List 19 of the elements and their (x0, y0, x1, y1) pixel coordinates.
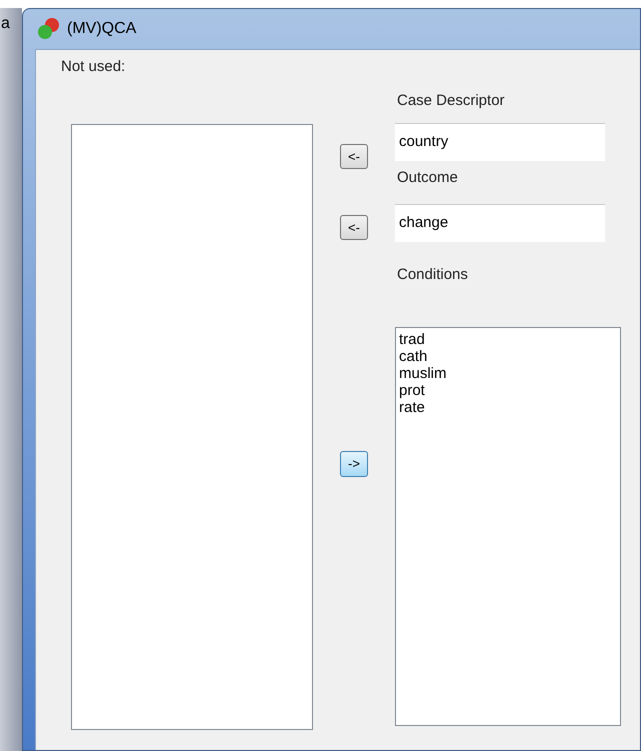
list-item[interactable]: prot (399, 382, 425, 398)
move-left-button[interactable]: <- (340, 144, 368, 169)
list-item[interactable]: cath (399, 348, 428, 364)
background-window-text: a (1, 16, 11, 32)
outcome-label: Outcome (396, 168, 459, 188)
app-icon (37, 17, 61, 41)
conditions-list[interactable]: trad cath muslim prot rate (395, 326, 621, 726)
list-item[interactable]: muslim (399, 364, 446, 382)
list-item[interactable]: trad (399, 330, 425, 348)
conditions-label: Conditions (396, 265, 469, 285)
not-used-list[interactable] (71, 124, 313, 730)
case-descriptor-label: Case Descriptor (396, 91, 506, 111)
case-descriptor-field[interactable]: country (395, 123, 605, 161)
move-left-button[interactable]: <- (340, 215, 368, 240)
not-used-label: Not used: (61, 57, 126, 77)
window-title: (MV)QCA (67, 19, 136, 39)
list-item[interactable]: rate (399, 398, 425, 416)
move-right-button[interactable]: -> (340, 451, 368, 477)
outcome-field[interactable]: change (395, 204, 605, 242)
